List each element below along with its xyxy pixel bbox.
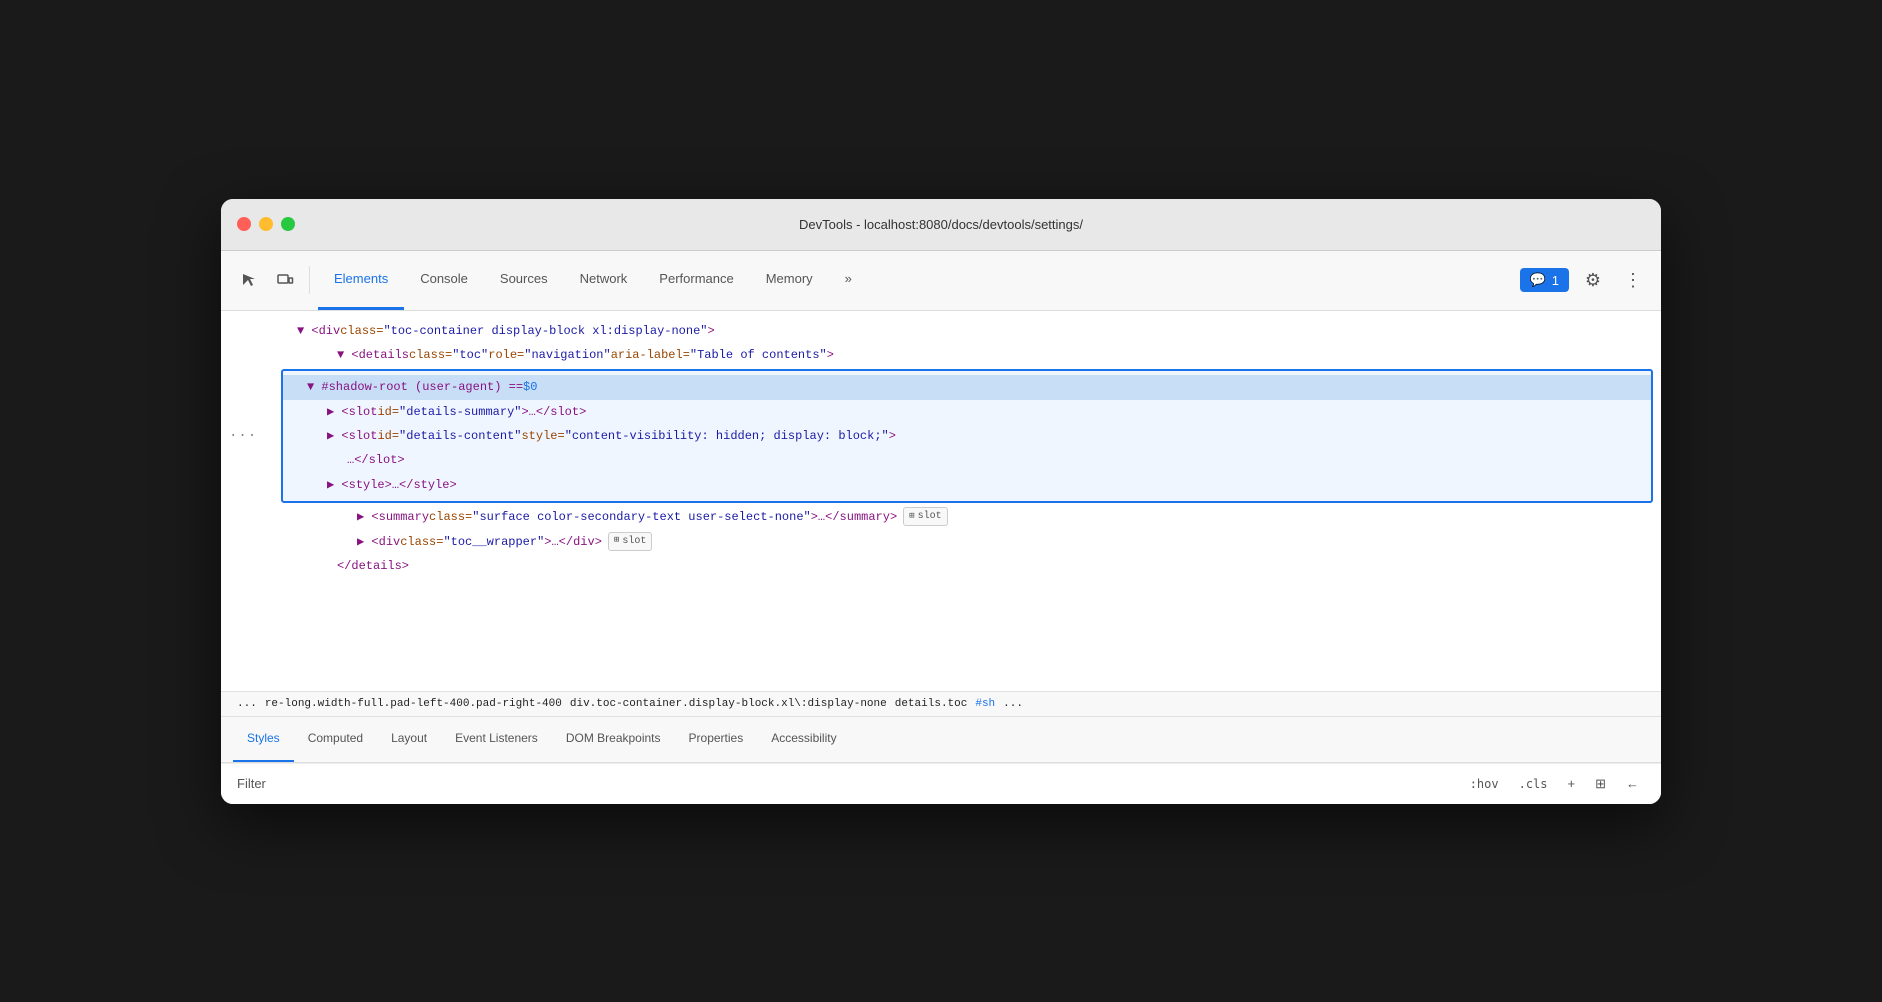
devtools-toolbar: Elements Console Sources Network Perform… [221, 251, 1661, 311]
devtools-window: DevTools - localhost:8080/docs/devtools/… [221, 199, 1661, 804]
breadcrumb-end-ellipsis[interactable]: ... [1003, 698, 1023, 710]
chat-icon: 💬 [1530, 272, 1546, 288]
window-title: DevTools - localhost:8080/docs/devtools/… [799, 217, 1083, 232]
dom-line-slot1[interactable]: ▶ <slot id="details-summary">…</slot> [283, 400, 1651, 424]
toolbar-right: 💬 1 ⚙ ⋮ [1520, 264, 1649, 296]
minimize-button[interactable] [259, 217, 273, 231]
dom-line-summary[interactable]: ▶ <summary class="surface color-secondar… [221, 505, 1661, 529]
more-options-icon[interactable]: ⋮ [1617, 264, 1649, 296]
breadcrumb-item-4[interactable]: #sh [975, 698, 995, 710]
breadcrumb-item-3[interactable]: details.toc [895, 698, 968, 710]
shadow-root-header[interactable]: ▼ #shadow-root (user-agent) == $0 [283, 375, 1651, 399]
filter-label: Filter [237, 776, 266, 791]
arrow-icon-button[interactable]: ← [1620, 772, 1645, 795]
breadcrumb-ellipsis[interactable]: ... [237, 698, 257, 710]
tab-event-listeners[interactable]: Event Listeners [441, 716, 552, 762]
main-content: ▼ <div class="toc-container display-bloc… [221, 311, 1661, 804]
dom-line-details-close: </details> [221, 554, 1661, 578]
tab-console[interactable]: Console [404, 250, 484, 310]
shadow-root-box: ▼ #shadow-root (user-agent) == $0 ▶ <slo… [281, 369, 1653, 503]
slot-badge-wrapper: ⊞ slot [608, 532, 652, 551]
maximize-button[interactable] [281, 217, 295, 231]
tab-layout[interactable]: Layout [377, 716, 441, 762]
filter-bar: Filter :hov .cls + ⊞ ← [221, 763, 1661, 804]
dom-line-style[interactable]: ▶ <style>…</style> [283, 473, 1651, 497]
shadow-root-section: ··· ▼ #shadow-root (user-agent) == $0 ▶ … [221, 369, 1661, 503]
dom-line[interactable]: ▼ <details class="toc" role="navigation"… [221, 343, 1661, 367]
cls-button[interactable]: .cls [1513, 772, 1554, 795]
tab-memory[interactable]: Memory [750, 250, 829, 310]
layout-icon-button[interactable]: ⊞ [1589, 772, 1612, 796]
toolbar-separator [309, 266, 310, 294]
breadcrumb-item-2[interactable]: div.toc-container.display-block.xl\:disp… [570, 698, 887, 710]
ellipsis-indicator: ··· [229, 428, 257, 444]
tab-sources[interactable]: Sources [484, 250, 564, 310]
filter-actions: :hov .cls + ⊞ ← [1464, 772, 1645, 796]
slot-badge-summary: ⊞ slot [903, 507, 947, 526]
tab-more[interactable]: » [829, 250, 868, 310]
hov-button[interactable]: :hov [1464, 772, 1505, 795]
add-style-rule-button[interactable]: + [1562, 772, 1582, 795]
dom-line-toc-wrapper[interactable]: ▶ <div class="toc__wrapper">…</div> ⊞ sl… [221, 530, 1661, 554]
filter-input[interactable] [270, 776, 1464, 791]
dom-line-slot2-content: …</slot> [283, 448, 1651, 472]
lower-tabs: Styles Computed Layout Event Listeners D… [221, 717, 1661, 763]
breadcrumb-item-1[interactable]: re-long.width-full.pad-left-400.pad-righ… [265, 698, 562, 710]
breadcrumb-bar: ... re-long.width-full.pad-left-400.pad-… [221, 691, 1661, 717]
tab-elements[interactable]: Elements [318, 250, 404, 310]
elements-panel: ▼ <div class="toc-container display-bloc… [221, 311, 1661, 691]
inspector-icon[interactable] [233, 264, 265, 296]
tab-properties[interactable]: Properties [675, 716, 758, 762]
dom-line[interactable]: ▼ <div class="toc-container display-bloc… [221, 319, 1661, 343]
tab-dom-breakpoints[interactable]: DOM Breakpoints [552, 716, 675, 762]
tab-computed[interactable]: Computed [294, 716, 377, 762]
tab-performance[interactable]: Performance [643, 250, 749, 310]
main-tab-list: Elements Console Sources Network Perform… [318, 250, 1516, 310]
traffic-lights [237, 217, 295, 231]
dom-line-slot2[interactable]: ▶ <slot id="details-content" style="cont… [283, 424, 1651, 448]
tab-network[interactable]: Network [564, 250, 644, 310]
settings-icon[interactable]: ⚙ [1577, 264, 1609, 296]
tab-accessibility[interactable]: Accessibility [757, 716, 850, 762]
device-toggle-icon[interactable] [269, 264, 301, 296]
chat-badge[interactable]: 💬 1 [1520, 268, 1569, 292]
title-bar: DevTools - localhost:8080/docs/devtools/… [221, 199, 1661, 251]
filter-input-wrap: Filter [237, 776, 1464, 791]
tab-styles[interactable]: Styles [233, 716, 294, 762]
close-button[interactable] [237, 217, 251, 231]
